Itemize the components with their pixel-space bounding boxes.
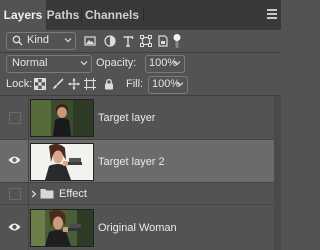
fill-field[interactable]: 100%	[148, 76, 188, 94]
layer-name: Target layer 2	[98, 156, 165, 168]
tab-paths[interactable]: Paths	[46, 0, 80, 30]
visibility-toggle[interactable]	[9, 112, 21, 124]
lock-transparent-pixels-icon[interactable]	[34, 78, 46, 90]
visibility-column	[0, 96, 29, 140]
blend-mode-value: Normal	[12, 57, 48, 69]
layer-row-original-woman[interactable]: Original Woman	[0, 205, 274, 250]
layer-row-target-layer[interactable]: Target layer	[0, 96, 274, 140]
filter-row: Kind	[0, 30, 281, 52]
opacity-label: Opacity:	[96, 57, 137, 69]
chevron-right-icon[interactable]	[31, 190, 37, 198]
layer-list: Target layer Target layer 2 Effect Origi…	[0, 96, 281, 250]
tab-layers[interactable]: Layers	[0, 0, 46, 30]
lock-artboard-icon[interactable]	[84, 78, 96, 90]
folder-icon	[40, 189, 54, 199]
layer-group-effect[interactable]: Effect	[0, 183, 274, 205]
lock-image-pixels-icon[interactable]	[52, 78, 64, 90]
tab-bar: Layers Paths Channels	[0, 0, 281, 30]
visibility-column	[0, 140, 29, 183]
layers-panel: Layers Paths Channels Kind Normal Opacit…	[0, 0, 281, 250]
tab-separator	[143, 8, 144, 22]
filter-toggle-icon[interactable]	[172, 33, 182, 49]
filter-adjustment-icon[interactable]	[104, 35, 116, 47]
blend-mode-select[interactable]: Normal	[6, 55, 92, 73]
fill-label: Fill:	[126, 78, 144, 90]
filter-pixel-icon[interactable]	[84, 35, 96, 47]
layer-thumbnail	[30, 209, 94, 247]
panel-menu-icon[interactable]	[267, 9, 277, 20]
lock-position-icon[interactable]	[68, 78, 80, 90]
filter-smart-object-icon[interactable]	[157, 35, 169, 47]
layer-row-target-layer-2[interactable]: Target layer 2	[0, 140, 274, 183]
visibility-toggle[interactable]	[9, 188, 21, 200]
filter-shape-icon[interactable]	[140, 35, 152, 47]
chevron-down-icon	[176, 82, 184, 87]
lock-row: Lock: Fill: 100%	[0, 75, 281, 95]
eye-icon[interactable]	[8, 155, 21, 165]
layer-name: Target layer	[98, 112, 156, 124]
chevron-down-icon	[80, 61, 88, 66]
filter-kind-label: Kind	[27, 34, 50, 46]
visibility-column	[0, 205, 29, 250]
visibility-column	[0, 183, 29, 205]
filter-type-icon[interactable]	[122, 35, 134, 47]
chevron-down-icon	[64, 38, 72, 43]
filter-kind-select[interactable]: Kind	[6, 32, 76, 50]
search-icon	[12, 35, 23, 46]
lock-label: Lock:	[6, 78, 33, 90]
chevron-down-icon	[173, 61, 181, 66]
layer-thumbnail	[30, 143, 94, 181]
layer-list-scrollbar[interactable]	[274, 96, 281, 250]
layer-thumbnail	[30, 99, 94, 137]
layer-name: Original Woman	[98, 222, 177, 234]
layer-name: Effect	[59, 188, 87, 200]
tab-channels[interactable]: Channels	[82, 0, 142, 30]
blend-row: Normal Opacity: 100%	[0, 53, 281, 75]
eye-icon[interactable]	[8, 222, 21, 232]
lock-all-icon[interactable]	[103, 78, 115, 90]
opacity-field[interactable]: 100%	[145, 55, 185, 73]
